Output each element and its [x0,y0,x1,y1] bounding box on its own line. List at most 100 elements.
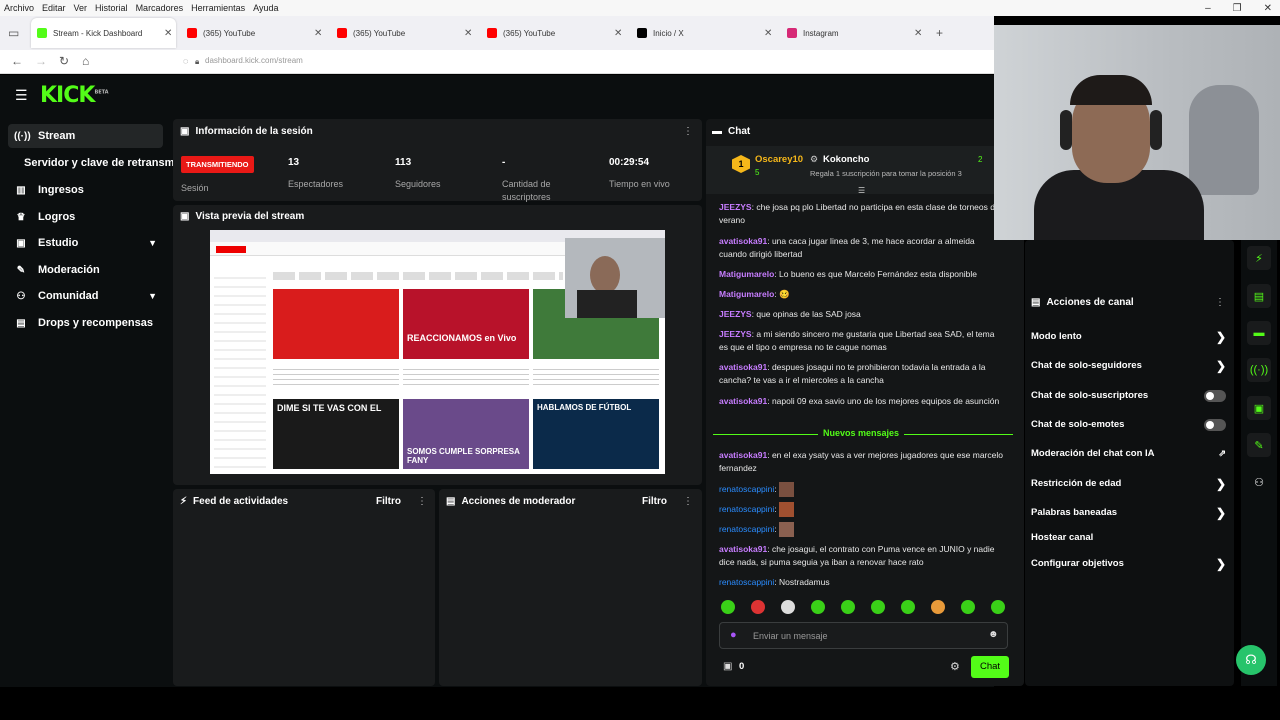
sidebar-item-moderacion[interactable]: ✎ Moderación [8,258,163,282]
minimize-icon[interactable]: – [1205,3,1211,14]
chat-username[interactable]: avatisoka91 [719,396,767,406]
close-tab-icon[interactable]: ✕ [314,28,326,39]
chat-bubble-icon[interactable]: ▬ [1247,321,1271,345]
close-tab-icon[interactable]: ✕ [464,28,476,39]
action-set-goals[interactable]: Configurar objetivos ❯ [1031,557,1226,571]
chat-username[interactable]: renatoscappini [719,577,774,587]
forward-icon[interactable]: → [35,54,47,68]
chat-settings-icon[interactable]: ⚙ [950,660,960,673]
top-gifter-name[interactable]: Oscarey10 [755,154,803,165]
sidebar-item-ingresos[interactable]: ▥ Ingresos [8,178,163,202]
close-tab-icon[interactable]: ✕ [764,28,776,39]
close-window-icon[interactable]: ✕ [1264,3,1272,14]
emote-icon[interactable] [871,600,885,614]
emote-icon[interactable] [751,600,765,614]
close-tab-icon[interactable]: ✕ [914,28,926,39]
chevron-down-icon[interactable]: ▼ [148,291,157,301]
close-tab-icon[interactable]: ✕ [164,28,176,39]
emote-icon[interactable] [721,600,735,614]
emote-icon[interactable] [991,600,1005,614]
chat-username[interactable]: renatoscappini [719,504,774,514]
browser-tab-youtube-2[interactable]: (365) YouTube ✕ [331,18,476,48]
reload-icon[interactable]: ↻ [59,54,69,68]
chat-username[interactable]: avatisoka91 [719,450,767,460]
action-banned-words[interactable]: Palabras baneadas ❯ [1031,506,1226,520]
url-input[interactable]: dashboard.kick.com/stream [205,56,303,65]
feed-more-icon[interactable]: ⋮ [417,496,427,507]
chat-message: renatoscappini: Nostradamus [719,577,830,587]
emote-icon[interactable] [901,600,915,614]
emote-icon[interactable] [781,600,795,614]
mod-filter-button[interactable]: Filtro [642,496,667,507]
tab-overview-icon[interactable]: ▭ [8,26,19,40]
wrench-icon[interactable]: ✎ [1247,433,1271,457]
chat-username[interactable]: avatisoka91 [719,362,767,372]
browser-tab-x[interactable]: Inicio / X ✕ [631,18,776,48]
broadcast-icon[interactable]: ((·)) [1247,358,1271,382]
send-chat-button[interactable]: Chat [971,656,1009,678]
users-icon[interactable]: ⚇ [1247,470,1271,494]
feed-filter-button[interactable]: Filtro [376,496,401,507]
sidebar-item-logros[interactable]: ♛ Logros [8,205,163,229]
kick-logo[interactable]: KICKBETA [40,83,109,108]
browser-tab-youtube-1[interactable]: (365) YouTube ✕ [181,18,326,48]
menu-herramientas[interactable]: Herramientas [191,3,245,13]
chat-input[interactable]: ● Enviar un mensaje ☻ [719,622,1008,649]
menu-editar[interactable]: Editar [42,3,66,13]
sidebar-item-comunidad[interactable]: ⚇ Comunidad ▼ [8,284,163,308]
chat-username[interactable]: JEEZYS [719,329,752,339]
action-slow-mode[interactable]: Modo lento ❯ [1031,330,1226,344]
browser-tab-kick[interactable]: Stream - Kick Dashboard ✕ [31,18,176,48]
new-tab-icon[interactable]: + [936,26,943,40]
hamburger-menu-icon[interactable]: ☰ [15,87,28,104]
sidebar-item-estudio[interactable]: ▣ Estudio ▼ [8,231,163,255]
gift-prompt[interactable]: Regala 1 suscripción para tomar la posic… [810,169,992,178]
chevron-down-icon[interactable]: ▼ [148,238,157,248]
emoji-icon[interactable]: ☻ [988,629,999,640]
session-more-icon[interactable]: ⋮ [683,126,693,137]
menu-ayuda[interactable]: Ayuda [253,3,278,13]
restore-icon[interactable]: ❐ [1233,3,1242,14]
action-followers-only[interactable]: Chat de solo-seguidores ❯ [1031,359,1226,373]
chat-username[interactable]: JEEZYS [719,202,752,212]
chat-username[interactable]: Matigumarelo [719,289,774,299]
stream-preview-video[interactable]: REACCIONAMOS en Vivo DIME SI TE VAS CON … [210,230,665,474]
mic-icon[interactable]: ● [730,629,737,641]
bolt-icon[interactable]: ⚡︎ [1247,246,1271,270]
mod-more-icon[interactable]: ⋮ [683,496,693,507]
emote-icon[interactable] [811,600,825,614]
chat-username[interactable]: Matigumarelo [719,269,774,279]
close-tab-icon[interactable]: ✕ [614,28,626,39]
sidebar-item-drops[interactable]: ▤ Drops y recompensas [8,311,163,335]
sidebar-item-stream[interactable]: ((·)) Stream [8,124,163,148]
second-gifter-name[interactable]: Kokoncho [823,154,869,165]
shield-icon[interactable]: ◌ [183,56,188,66]
chat-username[interactable]: JEEZYS [719,309,752,319]
menu-ver[interactable]: Ver [74,3,88,13]
support-icon[interactable]: ☊ [1236,645,1266,675]
action-age-restriction[interactable]: Restricción de edad ❯ [1031,477,1226,491]
emotes-only-toggle[interactable] [1204,418,1226,431]
collapse-icon[interactable]: ☰ [858,186,865,195]
chat-username[interactable]: renatoscappini [719,524,774,534]
subscribers-only-toggle[interactable] [1204,389,1226,402]
back-icon[interactable]: ← [11,54,23,68]
chat-username[interactable]: avatisoka91 [719,544,767,554]
browser-tab-youtube-3[interactable]: (365) YouTube ✕ [481,18,626,48]
channel-actions-more-icon[interactable]: ⋮ [1215,297,1225,308]
action-host-channel[interactable]: Hostear canal [1031,532,1226,543]
layout-icon[interactable]: ▣ [1247,396,1271,420]
emote-icon[interactable] [841,600,855,614]
action-ai-moderation[interactable]: Moderación del chat con IA ⇗ [1031,448,1226,459]
menu-archivo[interactable]: Archivo [4,3,34,13]
browser-tab-instagram[interactable]: Instagram ✕ [781,18,926,48]
sidebar-item-server-key[interactable]: Servidor y clave de retransmisión [18,151,173,175]
menu-marcadores[interactable]: Marcadores [136,3,184,13]
menu-historial[interactable]: Historial [95,3,128,13]
clipboard-icon[interactable]: ▤ [1247,284,1271,308]
chat-username[interactable]: avatisoka91 [719,236,767,246]
home-icon[interactable]: ⌂ [82,54,89,68]
chat-username[interactable]: renatoscappini [719,484,774,494]
emote-icon[interactable] [931,600,945,614]
emote-icon[interactable] [961,600,975,614]
